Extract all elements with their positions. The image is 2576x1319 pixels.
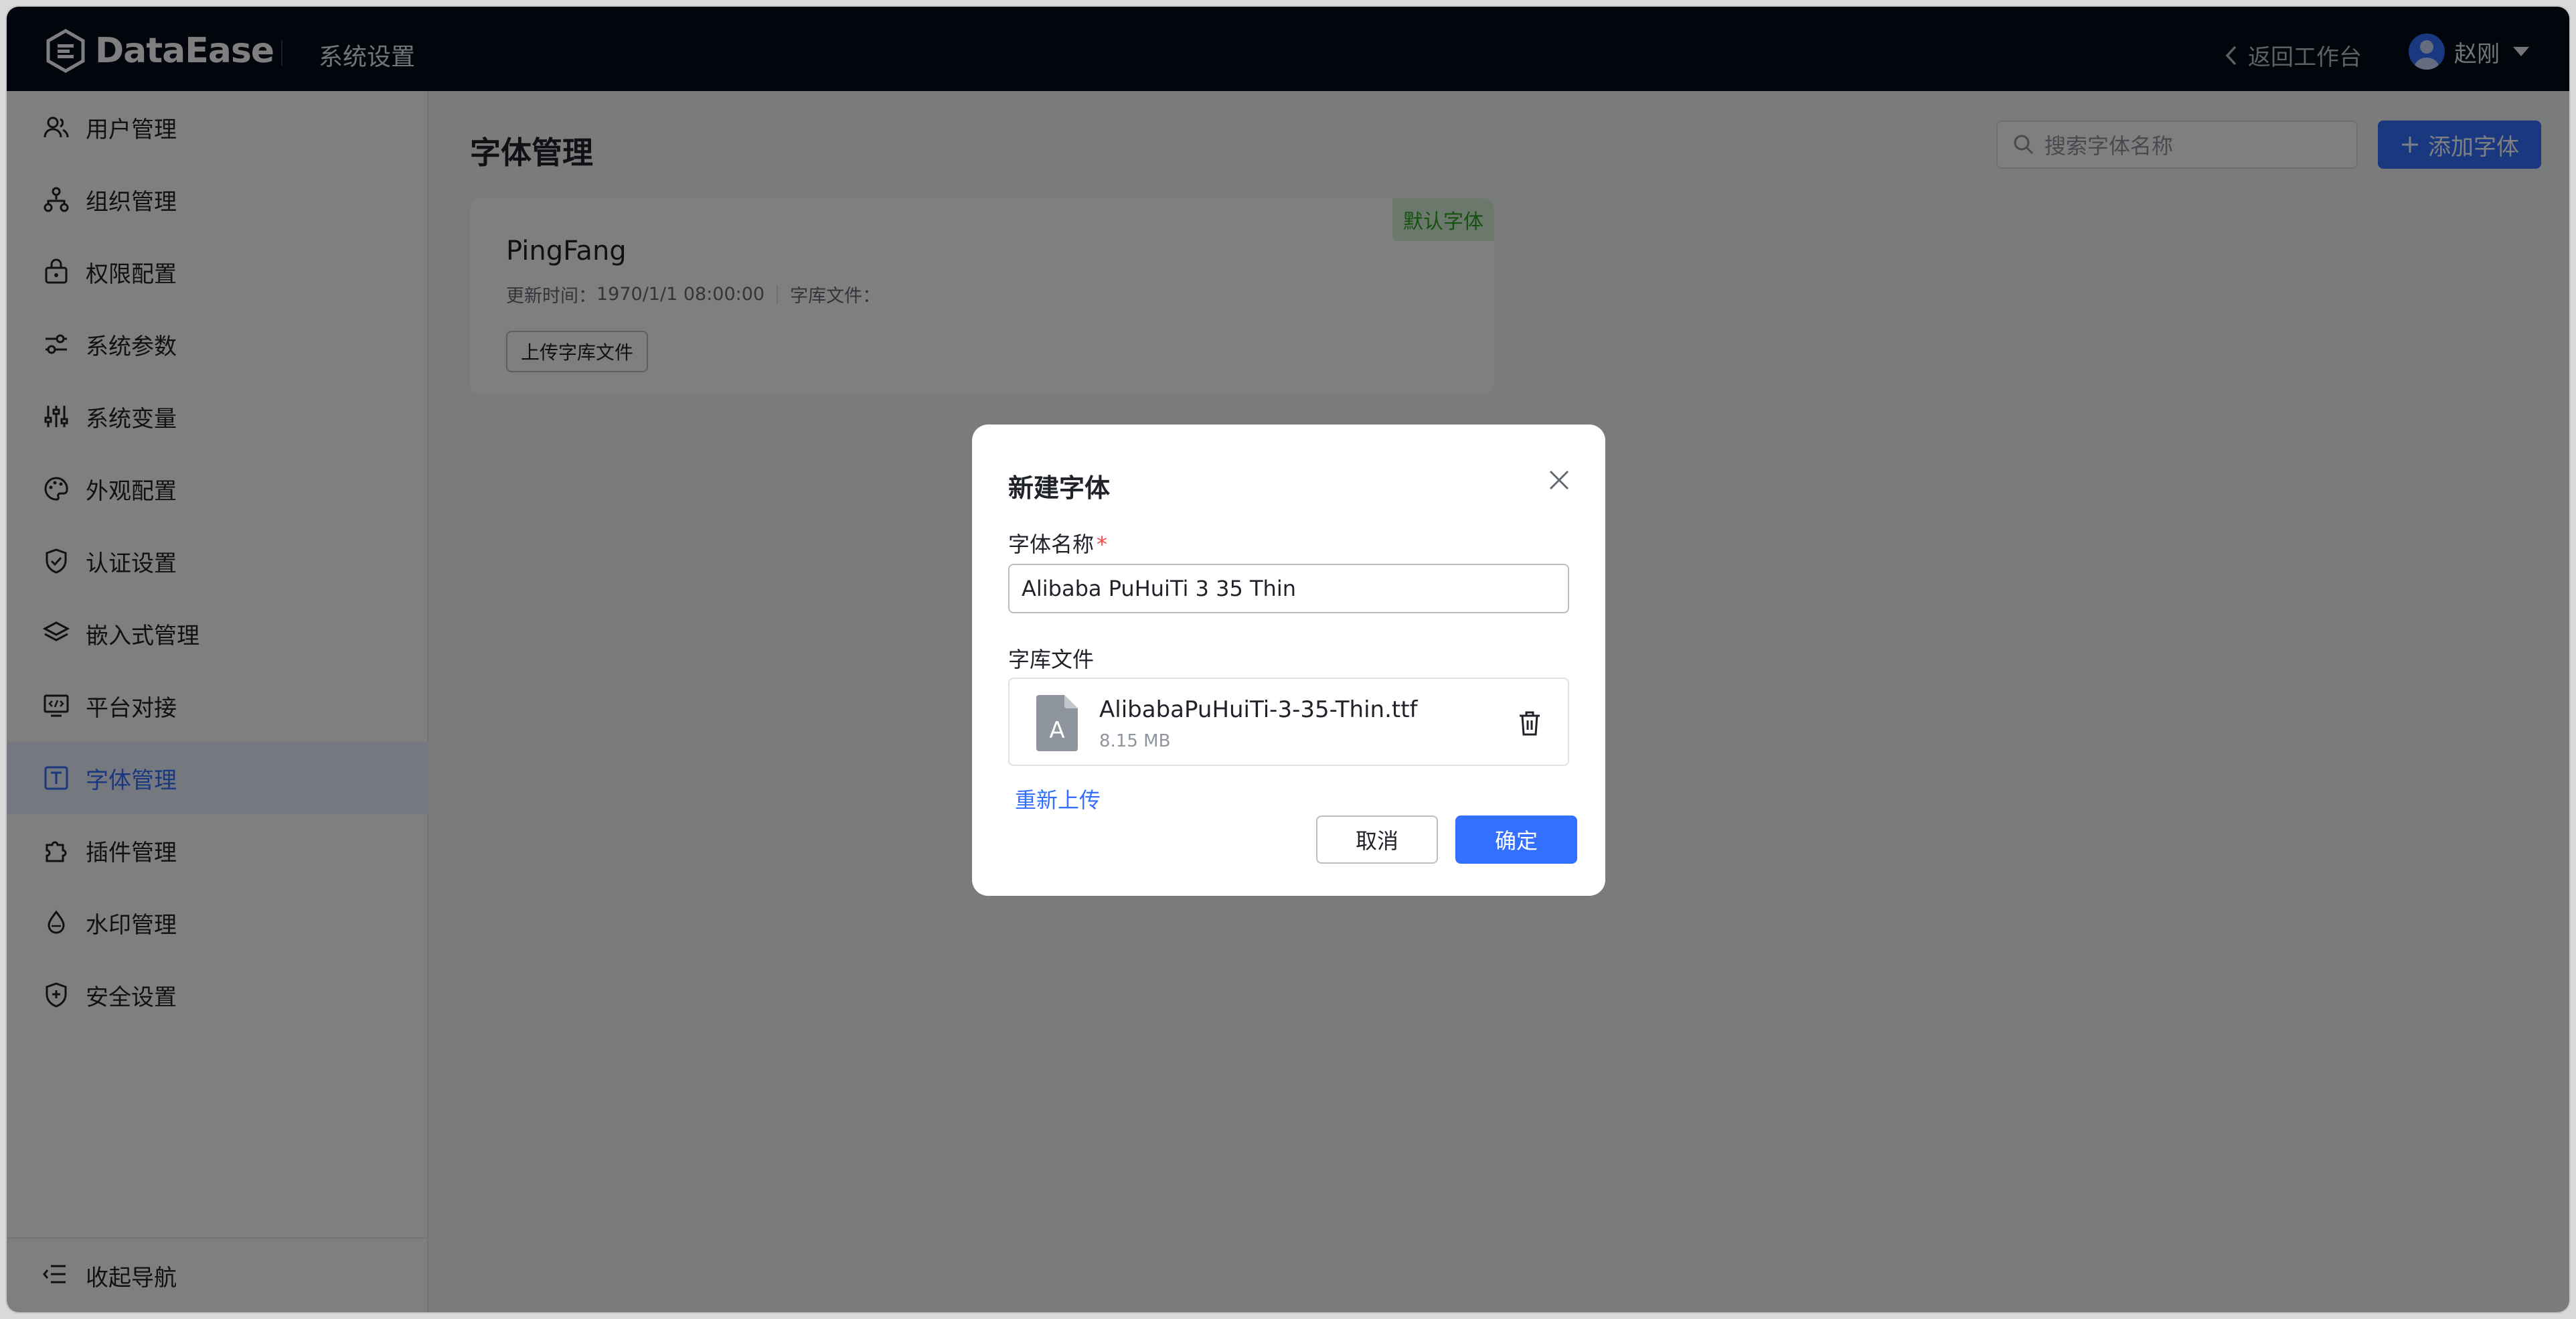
required-mark: * <box>1097 532 1108 557</box>
font-name-label: 字体名称 * <box>1008 528 1107 558</box>
file-name: AlibabaPuHuiTi-3-35-Thin.ttf <box>1099 696 1418 723</box>
font-name-input[interactable]: Alibaba PuHuiTi 3 35 Thin <box>1008 564 1569 613</box>
font-name-label-text: 字体名称 <box>1008 532 1095 557</box>
close-icon[interactable] <box>1548 469 1571 491</box>
font-file-icon: A <box>1036 695 1078 751</box>
uploaded-file-item: A AlibabaPuHuiTi-3-35-Thin.ttf 8.15 MB <box>1008 678 1569 766</box>
cancel-button[interactable]: 取消 <box>1316 816 1438 864</box>
file-size: 8.15 MB <box>1099 731 1171 751</box>
new-font-dialog: 新建字体 字体名称 * Alibaba PuHuiTi 3 35 Thin 字库文… <box>972 424 1605 896</box>
delete-file-icon[interactable] <box>1517 710 1542 736</box>
font-file-label: 字库文件 <box>1008 647 1095 672</box>
confirm-button[interactable]: 确定 <box>1455 816 1577 864</box>
app-window: DataEase 系统设置 返回工作台 赵刚 用户管理 <box>7 7 2569 1312</box>
reupload-link[interactable]: 重新上传 <box>1015 783 1101 814</box>
file-icon-letter: A <box>1049 717 1064 744</box>
dialog-title: 新建字体 <box>1008 473 1111 503</box>
